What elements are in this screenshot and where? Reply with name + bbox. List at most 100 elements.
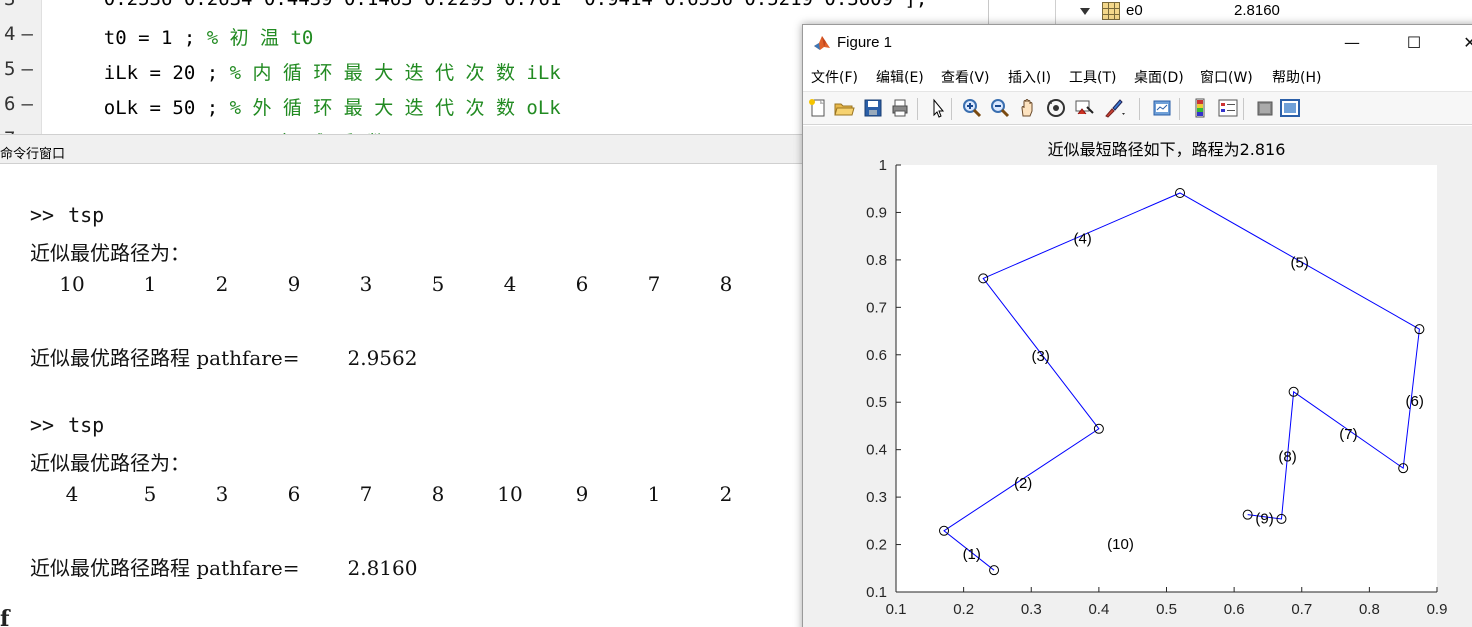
path-node: 4 <box>503 272 517 296</box>
menu-item[interactable]: 查看(V) <box>941 67 990 87</box>
path-node: 9 <box>575 482 589 506</box>
toolbar-separator <box>1243 98 1244 120</box>
open-file-icon[interactable] <box>833 97 855 119</box>
menu-item[interactable]: 文件(F) <box>811 67 858 87</box>
figure-menubar: 文件(F) 编辑(E) 查看(V) 插入(I) 工具(T) 桌面(D) 窗口(W) 帮助(H) <box>803 63 1472 91</box>
breakpoint-dash[interactable]: — <box>21 58 32 80</box>
line-number: 3 <box>0 0 40 10</box>
brush-icon[interactable] <box>1103 97 1125 119</box>
toolbar-separator <box>1139 98 1140 120</box>
path-node: 7 <box>359 482 373 506</box>
x-tick-label: 0.5 <box>1156 601 1177 618</box>
x-tick-label: 0.7 <box>1291 601 1312 618</box>
path-row: 4 5 3 6 7 8 10 9 1 2 <box>30 482 800 510</box>
segment-label: (7) <box>1339 426 1357 443</box>
breakpoint-dash[interactable]: — <box>21 23 32 45</box>
tsp-route-plot[interactable]: 近似最短路径如下，路程为2.816 0.1 0.2 0.3 0.4 0.5 0.6 0.7 0.… <box>803 126 1472 627</box>
pan-icon[interactable] <box>1017 97 1039 119</box>
path-node: 1 <box>647 482 661 506</box>
figure-titlebar[interactable]: Figure 1 — ☐ ✕ <box>803 25 1472 61</box>
code-line[interactable]: t0 = 1 ; % 初 温 t0 <box>58 23 314 50</box>
axes-background <box>896 165 1437 592</box>
segment-label: (2) <box>1014 475 1032 492</box>
legend-icon[interactable] <box>1217 97 1239 119</box>
close-button[interactable]: ✕ <box>1441 25 1472 61</box>
segment-label: (1) <box>963 546 981 563</box>
segment-label: (4) <box>1073 231 1091 248</box>
path-node: 10 <box>59 272 85 296</box>
path-node: 6 <box>575 272 589 296</box>
command-window[interactable]: >> tsp 近似最优路径为： 10 1 2 9 3 5 4 6 7 8 近似最优路径路程 pathfar… <box>0 164 805 627</box>
path-node: 3 <box>359 272 373 296</box>
segment-label: (3) <box>1032 348 1050 365</box>
workspace-variable-name[interactable]: e0 <box>1126 2 1143 19</box>
y-tick-label: 0.1 <box>866 584 887 601</box>
expand-triangle-icon[interactable] <box>1080 8 1090 15</box>
data-cursor-icon[interactable] <box>1073 97 1095 119</box>
path-node: 3 <box>215 482 229 506</box>
variable-grid-icon <box>1102 2 1120 20</box>
x-tick-label: 0.2 <box>953 601 974 618</box>
workspace-variable-value: 2.8160 <box>1234 2 1280 19</box>
desktop: 3 0.2536 0.2634 0.4439 0.1463 0.2293 0.7… <box>0 0 1472 627</box>
y-tick-label: 0.4 <box>866 442 887 459</box>
command-window-header: 命令行窗口 <box>0 134 805 164</box>
minimize-button[interactable]: — <box>1323 25 1381 61</box>
save-icon[interactable] <box>862 97 884 119</box>
menu-item[interactable]: 编辑(E) <box>876 67 924 87</box>
command-input-fx[interactable]: f <box>0 606 9 627</box>
line-number-text: 6 <box>4 93 16 115</box>
path-node: 6 <box>287 482 301 506</box>
menu-item[interactable]: 桌面(D) <box>1134 67 1184 87</box>
zoom-out-icon[interactable] <box>989 97 1011 119</box>
menu-item[interactable]: 窗口(W) <box>1200 67 1253 87</box>
toolbar-separator <box>951 98 952 120</box>
workspace-panel: e0 2.8160 <box>1055 0 1472 27</box>
path-node: 8 <box>431 482 445 506</box>
line-number: 6— <box>0 93 40 115</box>
code-comment: % 内 循 环 最 大 迭 代 次 数 iLk <box>229 62 561 84</box>
command-text: tsp <box>68 413 105 437</box>
menu-item[interactable]: 插入(I) <box>1008 67 1051 87</box>
figure-window[interactable]: Figure 1 — ☐ ✕ 文件(F) 编辑(E) 查看(V) 插入(I) 工具(T)… <box>802 24 1472 627</box>
path-label: 近似最优路径为： <box>30 451 190 475</box>
y-tick-label: 0.2 <box>866 537 887 554</box>
line-number-text: 5 <box>4 58 16 80</box>
segment-label: (9) <box>1255 510 1273 527</box>
path-node: 2 <box>719 482 733 506</box>
pathfare-label: 近似最优路径路程 pathfare= <box>30 346 300 370</box>
line-number-text: 3 <box>4 0 15 10</box>
y-tick-label: 0.3 <box>866 489 887 506</box>
code-text: 0.2536 0.2634 0.4439 0.1463 0.2293 0.761… <box>58 0 928 10</box>
command-prompt-line: >> tsp <box>30 203 104 227</box>
show-plot-tools-icon[interactable] <box>1279 97 1301 119</box>
menu-item[interactable]: 帮助(H) <box>1272 67 1321 87</box>
edit-plot-icon[interactable] <box>927 97 949 119</box>
prompt-symbol: >> <box>30 413 55 437</box>
hide-plot-tools-icon[interactable] <box>1254 97 1276 119</box>
pathfare-label: 近似最优路径路程 pathfare= <box>30 556 300 580</box>
maximize-button[interactable]: ☐ <box>1385 25 1443 61</box>
menu-item[interactable]: 工具(T) <box>1069 67 1116 87</box>
x-tick-label: 0.3 <box>1021 601 1042 618</box>
segment-label: (6) <box>1406 393 1424 410</box>
code-line[interactable]: oLk = 50 ; % 外 循 环 最 大 迭 代 次 数 oLk <box>58 93 561 120</box>
command-text: tsp <box>68 203 105 227</box>
breakpoint-dash[interactable]: — <box>21 93 32 115</box>
new-figure-icon[interactable] <box>807 97 829 119</box>
figure-canvas[interactable]: 近似最短路径如下，路程为2.816 0.1 0.2 0.3 0.4 0.5 0.6 0.7 0.… <box>803 126 1472 627</box>
segment-label: (10) <box>1107 536 1134 553</box>
prompt-symbol: >> <box>30 203 55 227</box>
code-comment: % 外 循 环 最 大 迭 代 次 数 oLk <box>229 97 561 119</box>
rotate-3d-icon[interactable] <box>1045 97 1067 119</box>
print-icon[interactable] <box>889 97 911 119</box>
pathfare-line: 近似最优路径路程 pathfare= 2.9562 <box>30 342 417 371</box>
colorbar-icon[interactable] <box>1189 97 1211 119</box>
path-label: 近似最优路径为： <box>30 241 190 265</box>
figure-toolbar <box>803 91 1472 125</box>
code-line[interactable]: 0.2536 0.2634 0.4439 0.1463 0.2293 0.761… <box>58 0 928 10</box>
command-window-title: 命令行窗口 <box>0 147 66 162</box>
link-plot-icon[interactable] <box>1151 97 1173 119</box>
code-line[interactable]: iLk = 20 ; % 内 循 环 最 大 迭 代 次 数 iLk <box>58 58 561 85</box>
zoom-in-icon[interactable] <box>961 97 983 119</box>
